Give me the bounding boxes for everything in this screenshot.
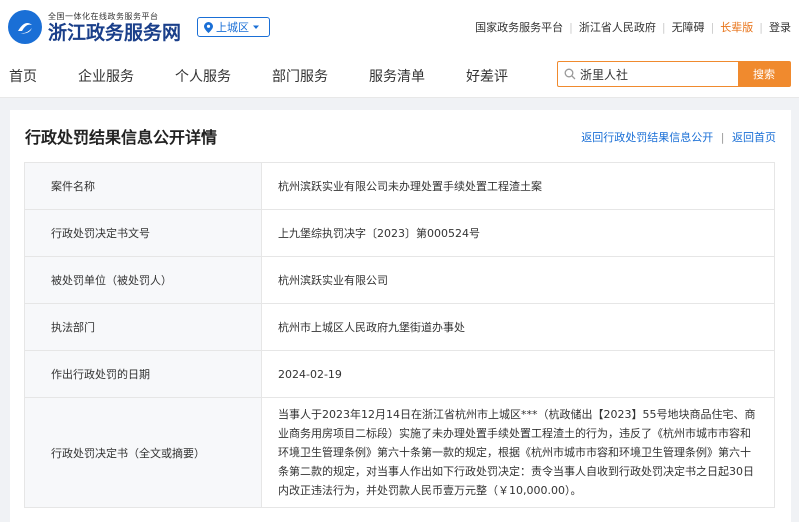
nav-department-services[interactable]: 部门服务 (272, 66, 328, 86)
row-value: 上九堡综执罚决字〔2023〕第000524号 (261, 209, 775, 257)
logo-emblem-icon (8, 10, 42, 44)
row-label: 作出行政处罚的日期 (24, 350, 262, 398)
divider: | (759, 20, 763, 34)
row-value: 杭州市上城区人民政府九堡街道办事处 (261, 303, 775, 351)
back-to-list-link[interactable]: 返回行政处罚结果信息公开 (581, 131, 713, 144)
logo-title: 浙江政务服务网 (48, 21, 182, 44)
back-to-home-link[interactable]: 返回首页 (732, 131, 776, 144)
link-login[interactable]: 登录 (769, 19, 791, 35)
table-row: 执法部门 杭州市上城区人民政府九堡街道办事处 (24, 303, 775, 351)
site-logo[interactable]: 全国一体化在线政务服务平台 浙江政务服务网 (8, 10, 181, 44)
panel-header: 行政处罚结果信息公开详情 返回行政处罚结果信息公开 | 返回首页 (10, 110, 791, 162)
top-header: 全国一体化在线政务服务平台 浙江政务服务网 上城区 国家政务服务平台 | 浙江省… (0, 0, 799, 54)
detail-panel: 行政处罚结果信息公开详情 返回行政处罚结果信息公开 | 返回首页 案件名称 杭州… (10, 110, 791, 522)
region-label: 上城区 (216, 21, 250, 34)
nav-service-list[interactable]: 服务清单 (369, 66, 425, 86)
header-links: 返回行政处罚结果信息公开 | 返回首页 (581, 129, 776, 145)
search-bar: 搜索 (557, 61, 791, 87)
search-icon (564, 68, 576, 80)
search-button[interactable]: 搜索 (738, 62, 790, 86)
nav-personal-services[interactable]: 个人服务 (175, 66, 231, 86)
nav-enterprise-services[interactable]: 企业服务 (78, 66, 134, 86)
main-nav: 首页 企业服务 个人服务 部门服务 服务清单 好差评 搜索 (0, 54, 799, 98)
link-national-platform[interactable]: 国家政务服务平台 (475, 19, 563, 35)
top-links: 国家政务服务平台 | 浙江省人民政府 | 无障碍 | 长辈版 | 登录 (475, 19, 791, 35)
logo-subtitle: 全国一体化在线政务服务平台 (48, 11, 159, 21)
search-input[interactable] (580, 67, 730, 81)
link-elder-mode[interactable]: 长辈版 (720, 19, 753, 35)
table-row: 行政处罚决定书文号 上九堡综执罚决字〔2023〕第000524号 (24, 209, 775, 257)
row-label: 执法部门 (24, 303, 262, 351)
table-row: 行政处罚决定书（全文或摘要） 当事人于2023年12月14日在浙江省杭州市上城区… (24, 397, 775, 508)
row-label: 被处罚单位（被处罚人） (24, 256, 262, 304)
row-value: 当事人于2023年12月14日在浙江省杭州市上城区***（杭政储出【2023】5… (261, 397, 775, 508)
divider: | (569, 20, 573, 34)
divider: | (720, 131, 725, 144)
location-pin-icon (204, 21, 214, 33)
table-row: 案件名称 杭州滨跃实业有限公司未办理处置手续处置工程渣土案 (24, 162, 775, 210)
region-selector[interactable]: 上城区 (197, 17, 271, 37)
nav-home[interactable]: 首页 (9, 66, 37, 86)
link-zhejiang-government[interactable]: 浙江省人民政府 (579, 19, 656, 35)
nav-rating[interactable]: 好差评 (466, 66, 508, 86)
detail-table: 案件名称 杭州滨跃实业有限公司未办理处置手续处置工程渣土案 行政处罚决定书文号 … (24, 162, 775, 508)
divider: | (661, 20, 666, 34)
row-label: 行政处罚决定书文号 (24, 209, 262, 257)
table-row: 被处罚单位（被处罚人） 杭州滨跃实业有限公司 (24, 256, 775, 304)
divider: | (710, 20, 715, 34)
row-label: 行政处罚决定书（全文或摘要） (24, 397, 262, 508)
row-value: 杭州滨跃实业有限公司 (261, 256, 775, 304)
table-row: 作出行政处罚的日期 2024-02-19 (24, 350, 775, 398)
link-accessibility[interactable]: 无障碍 (672, 19, 705, 35)
page-title: 行政处罚结果信息公开详情 (25, 128, 218, 147)
row-label: 案件名称 (24, 162, 262, 210)
row-value: 杭州滨跃实业有限公司未办理处置手续处置工程渣土案 (261, 162, 775, 210)
caret-down-icon (253, 25, 260, 29)
row-value: 2024-02-19 (261, 350, 775, 398)
